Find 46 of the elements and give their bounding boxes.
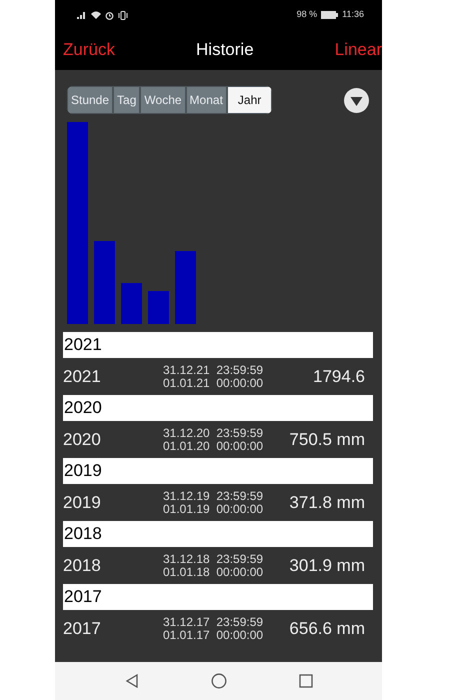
period-tab[interactable]: Monat [186, 86, 227, 114]
rainfall-value: 750.5 mm [289, 428, 365, 451]
period-label: 2021 [63, 366, 102, 388]
section-header: 2018 [63, 521, 373, 547]
section-header: 2021 [63, 332, 373, 358]
start-datetime: 01.01.18 00:00:00 [163, 566, 264, 578]
rainfall-value: 1794.6 [313, 366, 365, 388]
rainfall-value: 656.6 mm [289, 618, 365, 640]
start-datetime: 01.01.19 00:00:00 [163, 502, 264, 516]
signal-icon [77, 11, 87, 19]
chart-bar [121, 283, 142, 324]
clock-time: 11:36 [342, 8, 364, 22]
dropdown-icon[interactable] [344, 88, 369, 112]
end-datetime: 31.12.20 23:59:59 [163, 426, 264, 440]
section-header: 2020 [63, 395, 373, 421]
period-tab[interactable]: Woche [140, 86, 186, 114]
home-nav-icon[interactable] [210, 673, 226, 689]
period-label: 2018 [63, 554, 102, 577]
battery-icon [321, 11, 338, 19]
back-nav-icon[interactable] [124, 674, 138, 688]
section-header: 2017 [63, 584, 373, 610]
start-datetime: 01.01.21 00:00:00 [163, 376, 264, 390]
period-tab[interactable]: Stunde [67, 86, 114, 114]
screen-title: Historie [196, 39, 254, 62]
rainfall-value: 301.9 mm [289, 554, 365, 577]
period-label: 2017 [63, 618, 102, 640]
end-datetime: 31.12.18 23:59:59 [163, 552, 264, 566]
period-label: 2019 [63, 492, 102, 514]
section-header: 2019 [63, 458, 373, 484]
start-datetime: 01.01.17 00:00:00 [163, 628, 264, 642]
wifi-icon [91, 11, 101, 19]
period-label: 2020 [63, 428, 102, 451]
end-datetime: 31.12.21 23:59:59 [163, 364, 264, 376]
scale-mode-link[interactable]: Linear [334, 37, 382, 63]
battery-percent: 98 % [296, 8, 318, 22]
start-datetime: 01.01.20 00:00:00 [163, 440, 264, 452]
alarm-icon [105, 10, 114, 20]
vibrate-icon [118, 10, 128, 20]
rainfall-value: 371.8 mm [289, 492, 365, 514]
end-datetime: 31.12.17 23:59:59 [163, 616, 264, 628]
chart-bar [148, 291, 169, 324]
period-tab[interactable]: Tag [113, 86, 140, 114]
period-tab[interactable]: Jahr [226, 86, 272, 114]
back-link[interactable]: Zurück [63, 37, 115, 63]
end-datetime: 31.12.19 23:59:59 [163, 490, 264, 502]
recents-nav-icon[interactable] [298, 674, 312, 688]
